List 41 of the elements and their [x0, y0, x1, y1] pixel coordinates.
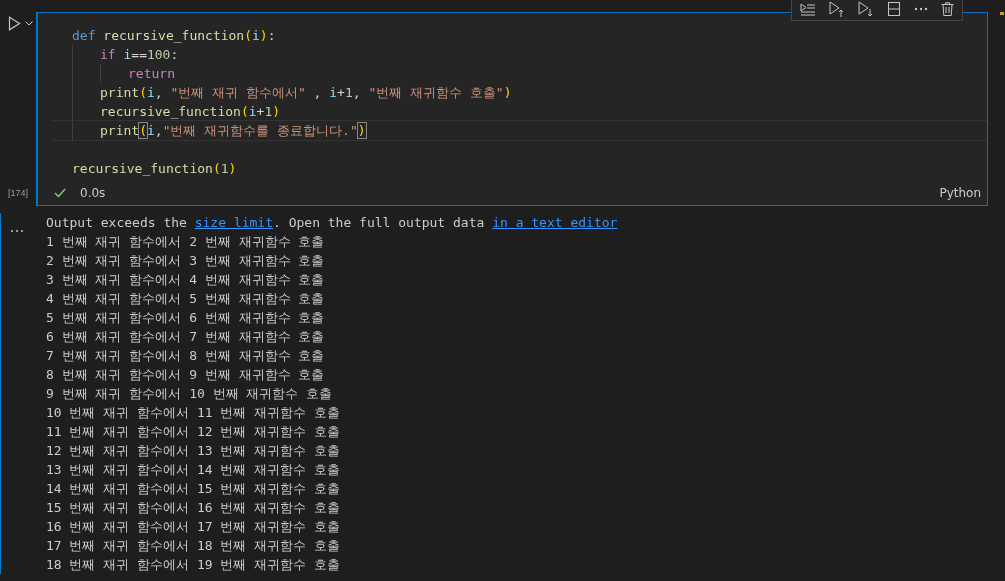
more-icon[interactable]: [10, 229, 24, 233]
output-line: 17 번째 재귀 함수에서 18 번째 재귀함수 호출: [46, 537, 342, 555]
code-line: def recursive_function(i):: [72, 27, 277, 45]
output-line: 1 번째 재귀 함수에서 2 번째 재귀함수 호출: [46, 233, 326, 251]
code-line: recursive_function(i+1): [100, 103, 282, 121]
output-link[interactable]: in a text editor: [492, 215, 618, 230]
run-below-icon[interactable]: [858, 1, 874, 17]
output-line: 6 번째 재귀 함수에서 7 번째 재귀함수 호출: [46, 328, 326, 346]
output-line: 5 번째 재귀 함수에서 6 번째 재귀함수 호출: [46, 309, 326, 327]
output-line: 12 번째 재귀 함수에서 13 번째 재귀함수 호출: [46, 442, 342, 460]
execution-time: 0.0s: [80, 186, 106, 200]
output-line: 18 번째 재귀 함수에서 19 번째 재귀함수 호출: [46, 556, 342, 574]
output-notice: Output exceeds the size limit. Open the full output data in a text editor: [46, 214, 618, 232]
code-line: print(i, "번째 재귀 함수에서" , i+1, "번째 재귀함수 호출"): [100, 84, 513, 102]
run-icon[interactable]: [8, 16, 21, 31]
output-line: 4 번째 재귀 함수에서 5 번째 재귀함수 호출: [46, 290, 326, 308]
output-link[interactable]: size limit: [194, 215, 273, 230]
execution-count: [174]: [7, 188, 30, 200]
output-line: 11 번째 재귀 함수에서 12 번째 재귀함수 호출: [46, 423, 342, 441]
run-above-icon[interactable]: [829, 1, 845, 17]
split-cell-icon[interactable]: [887, 2, 901, 16]
output-line: 3 번째 재귀 함수에서 4 번째 재귀함수 호출: [46, 271, 326, 289]
code-line: print(i,"번째 재귀함수를 종료합니다."): [52, 120, 987, 141]
trash-icon[interactable]: [941, 2, 954, 16]
output-line: 7 번째 재귀 함수에서 8 번째 재귀함수 호출: [46, 347, 326, 365]
output-line: 13 번째 재귀 함수에서 14 번째 재귀함수 호출: [46, 461, 342, 479]
output-line: 8 번째 재귀 함수에서 9 번째 재귀함수 호출: [46, 366, 326, 384]
code-line: if i==100:: [100, 46, 180, 64]
output-line: 2 번째 재귀 함수에서 3 번째 재귀함수 호출: [46, 252, 326, 270]
run-by-line-icon[interactable]: [800, 2, 816, 16]
output-line: 16 번째 재귀 함수에서 17 번째 재귀함수 호출: [46, 518, 342, 536]
code-line: recursive_function(1): [72, 160, 238, 178]
chevron-down-icon[interactable]: [25, 21, 33, 26]
output-line: 10 번째 재귀 함수에서 11 번째 재귀함수 호출: [46, 404, 342, 422]
code-line: return: [128, 65, 176, 83]
more-icon[interactable]: [914, 7, 928, 11]
output-line: 15 번째 재귀 함수에서 16 번째 재귀함수 호출: [46, 499, 342, 517]
output-line: 9 번째 재귀 함수에서 10 번째 재귀함수 호출: [46, 385, 334, 403]
output-line: 14 번째 재귀 함수에서 15 번째 재귀함수 호출: [46, 480, 342, 498]
code-cell[interactable]: def recursive_function(i): if i==100: return print(i, "번째 재귀 함수에서" , i+1, "번째 재귀함수 호출") recursive_function(i+1) print(i,"번째 재귀함수를 종료합니다.") recursive_function(1) 0.0s Python: [37, 12, 988, 206]
language-label[interactable]: Python: [939, 186, 981, 200]
